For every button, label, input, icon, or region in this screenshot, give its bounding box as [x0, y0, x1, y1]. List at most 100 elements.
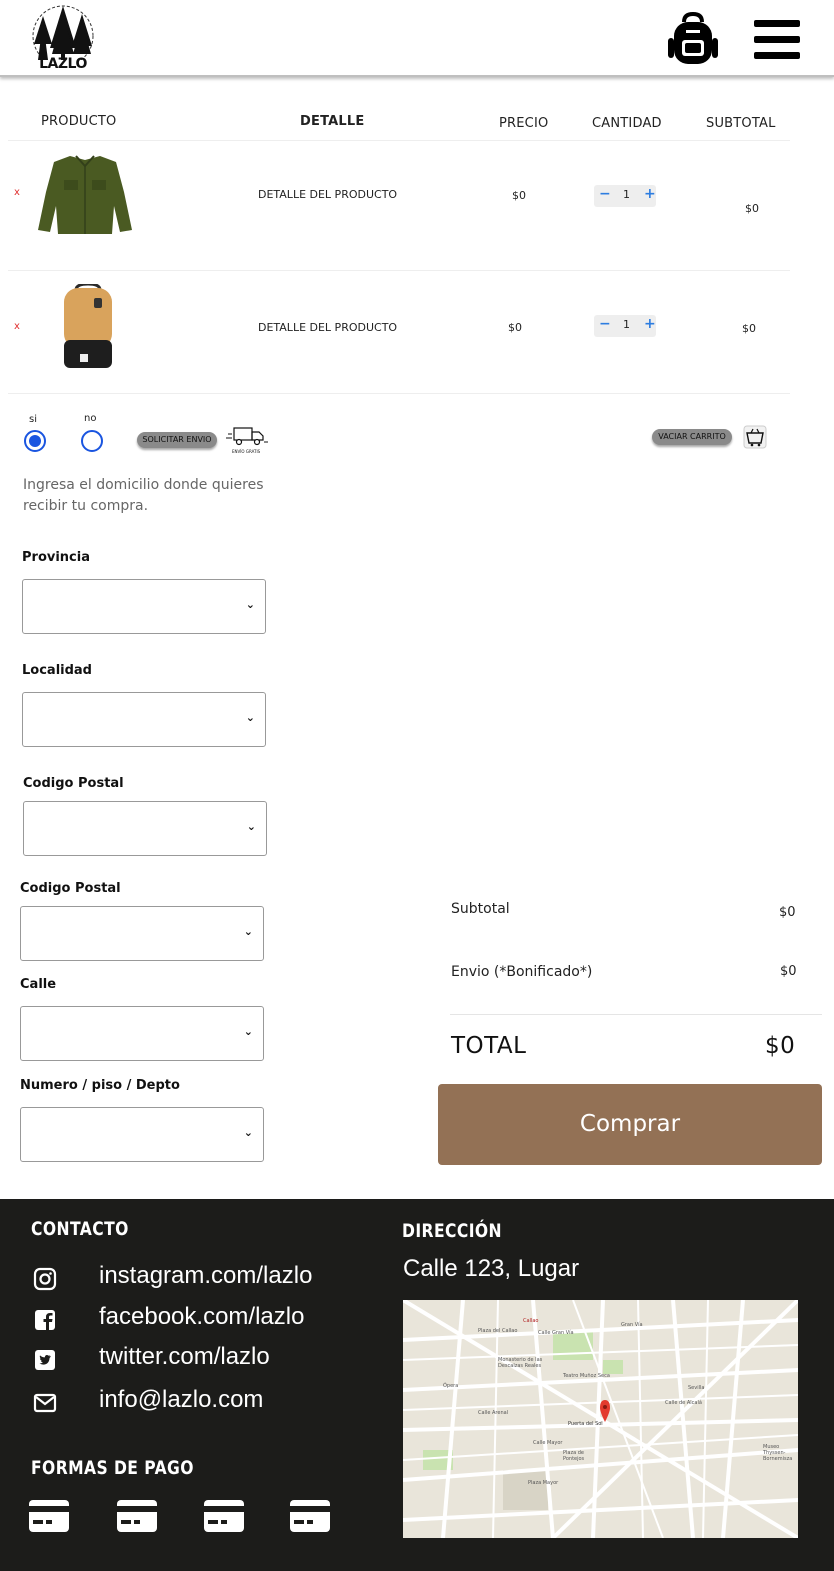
increase-quantity-button[interactable]: +: [644, 316, 656, 332]
address-text: Calle 123, Lugar: [403, 1255, 580, 1282]
number-floor-select[interactable]: ⌄: [20, 1107, 264, 1162]
pine-trees-icon: [32, 5, 94, 67]
subtotal-label: Subtotal: [451, 901, 510, 917]
shipping-no-radio[interactable]: [81, 430, 103, 452]
site-header: LAZLO: [0, 0, 834, 77]
quantity-stepper: − 1 +: [594, 185, 656, 207]
map-label: Calle Arenal: [478, 1410, 509, 1416]
shipping-no-label: no: [84, 413, 97, 424]
address-intro-text: Ingresa el domicilio donde quieres recib…: [23, 477, 264, 514]
total-label: TOTAL: [451, 1033, 527, 1059]
instagram-link[interactable]: instagram.com/lazlo: [99, 1262, 312, 1290]
subtotal-value: $0: [779, 905, 796, 920]
quantity-stepper: − 1 +: [594, 315, 656, 337]
locality-label: Localidad: [22, 663, 92, 678]
map-label: Calle de Alcalá: [665, 1400, 702, 1406]
chevron-down-icon: ⌄: [243, 1126, 253, 1139]
delivery-truck-icon: [226, 427, 268, 446]
column-header-product: PRODUCTO: [41, 114, 117, 129]
product-detail: DETALLE DEL PRODUCTO: [258, 188, 398, 201]
credit-card-icon: [290, 1500, 330, 1532]
street-label: Calle: [20, 977, 57, 992]
free-shipping-badge: ENVÍO GRATIS: [226, 424, 268, 458]
decrease-quantity-button[interactable]: −: [599, 186, 611, 202]
map-label: Sevilla: [688, 1385, 705, 1391]
map-label: Ópera: [443, 1383, 459, 1389]
table-divider: [8, 393, 790, 394]
facebook-link[interactable]: facebook.com/lazlo: [99, 1303, 304, 1331]
address-title: DIRECCIÓN: [402, 1220, 503, 1242]
remove-item-button[interactable]: x: [14, 321, 20, 332]
product-price: $0: [508, 321, 522, 334]
table-divider: [8, 270, 790, 271]
row-subtotal: $0: [745, 202, 759, 215]
column-header-price: PRECIO: [499, 116, 549, 131]
map-label: Plaza del Callao: [478, 1328, 518, 1334]
map-label: Monasterio de las Descalzas Reales: [498, 1357, 543, 1369]
map-label: Calle Gran Vía: [538, 1330, 574, 1336]
remove-item-button[interactable]: x: [14, 187, 20, 198]
twitter-link[interactable]: twitter.com/lazlo: [99, 1343, 270, 1371]
increase-quantity-button[interactable]: +: [644, 186, 656, 202]
province-select[interactable]: ⌄: [22, 579, 266, 634]
product-image-tan-backpack: [64, 284, 112, 368]
map-label: Plaza de Pontejos: [563, 1450, 585, 1462]
map-label: Gran Vía: [621, 1322, 643, 1328]
locality-select[interactable]: ⌄: [22, 692, 266, 747]
empty-cart-button[interactable]: VACIAR CARRITO: [652, 429, 732, 445]
map-label: Teatro Muñoz Seca: [563, 1373, 610, 1379]
total-value: $0: [765, 1033, 796, 1059]
empty-cart-icon[interactable]: [743, 425, 767, 449]
request-shipping-button[interactable]: SOLICITAR ENVIO: [137, 432, 217, 448]
facebook-icon[interactable]: [33, 1308, 57, 1332]
postal-code-select-2[interactable]: ⌄: [20, 906, 264, 961]
map-label: Callao: [523, 1318, 539, 1324]
map-label: Calle Mayor: [533, 1440, 563, 1446]
map-streets: [403, 1300, 798, 1538]
totals-divider: [450, 1014, 822, 1015]
table-divider: [8, 140, 790, 141]
province-label: Provincia: [22, 550, 90, 565]
location-map[interactable]: Calle Gran Vía Callao Plaza del Callao G…: [403, 1300, 798, 1538]
decrease-quantity-button[interactable]: −: [599, 316, 611, 332]
postal-code-label: Codigo Postal: [23, 776, 124, 791]
free-shipping-caption: ENVÍO GRATIS: [232, 449, 261, 454]
map-label: Puerta del Sol: [568, 1421, 603, 1427]
product-price: $0: [512, 189, 526, 202]
credit-card-icon: [117, 1500, 157, 1532]
shipping-yes-label: si: [29, 414, 37, 425]
number-floor-label: Numero / piso / Depto: [20, 1078, 180, 1093]
hamburger-menu-icon[interactable]: [754, 20, 800, 60]
chevron-down-icon: ⌄: [243, 1025, 253, 1038]
street-select[interactable]: ⌄: [20, 1006, 264, 1061]
column-header-detail: DETALLE: [300, 114, 365, 129]
quantity-value: 1: [623, 318, 630, 331]
chevron-down-icon: ⌄: [246, 820, 256, 833]
contact-title: CONTACTO: [31, 1218, 129, 1240]
buy-button[interactable]: Comprar: [438, 1084, 822, 1165]
product-detail: DETALLE DEL PRODUCTO: [258, 321, 398, 334]
credit-card-icon: [204, 1500, 244, 1532]
envelope-icon[interactable]: [33, 1391, 57, 1415]
chevron-down-icon: ⌄: [245, 598, 255, 611]
postal-code-label-2: Codigo Postal: [20, 881, 121, 896]
chevron-down-icon: ⌄: [245, 711, 255, 724]
backpack-icon[interactable]: [666, 12, 720, 66]
map-label: Plaza Mayor: [528, 1480, 559, 1486]
map-label: Museo Thyssen-Bornemisza: [763, 1444, 793, 1462]
shipping-cost-label: Envio (*Bonificado*): [451, 964, 593, 980]
product-image-green-jacket: [38, 155, 132, 234]
twitter-icon[interactable]: [33, 1348, 57, 1372]
instagram-icon[interactable]: [33, 1267, 57, 1291]
shipping-cost-value: $0: [780, 964, 797, 979]
postal-code-select[interactable]: ⌄: [23, 801, 267, 856]
column-header-quantity: CANTIDAD: [592, 116, 662, 131]
payment-methods-title: FORMAS DE PAGO: [31, 1457, 194, 1479]
shipping-yes-radio[interactable]: [24, 430, 46, 452]
email-link[interactable]: info@lazlo.com: [99, 1386, 263, 1414]
quantity-value: 1: [623, 188, 630, 201]
lazlo-logo[interactable]: LAZLO: [30, 4, 96, 72]
chevron-down-icon: ⌄: [243, 925, 253, 938]
logo-text: LAZLO: [39, 56, 87, 72]
column-header-subtotal: SUBTOTAL: [706, 116, 776, 131]
